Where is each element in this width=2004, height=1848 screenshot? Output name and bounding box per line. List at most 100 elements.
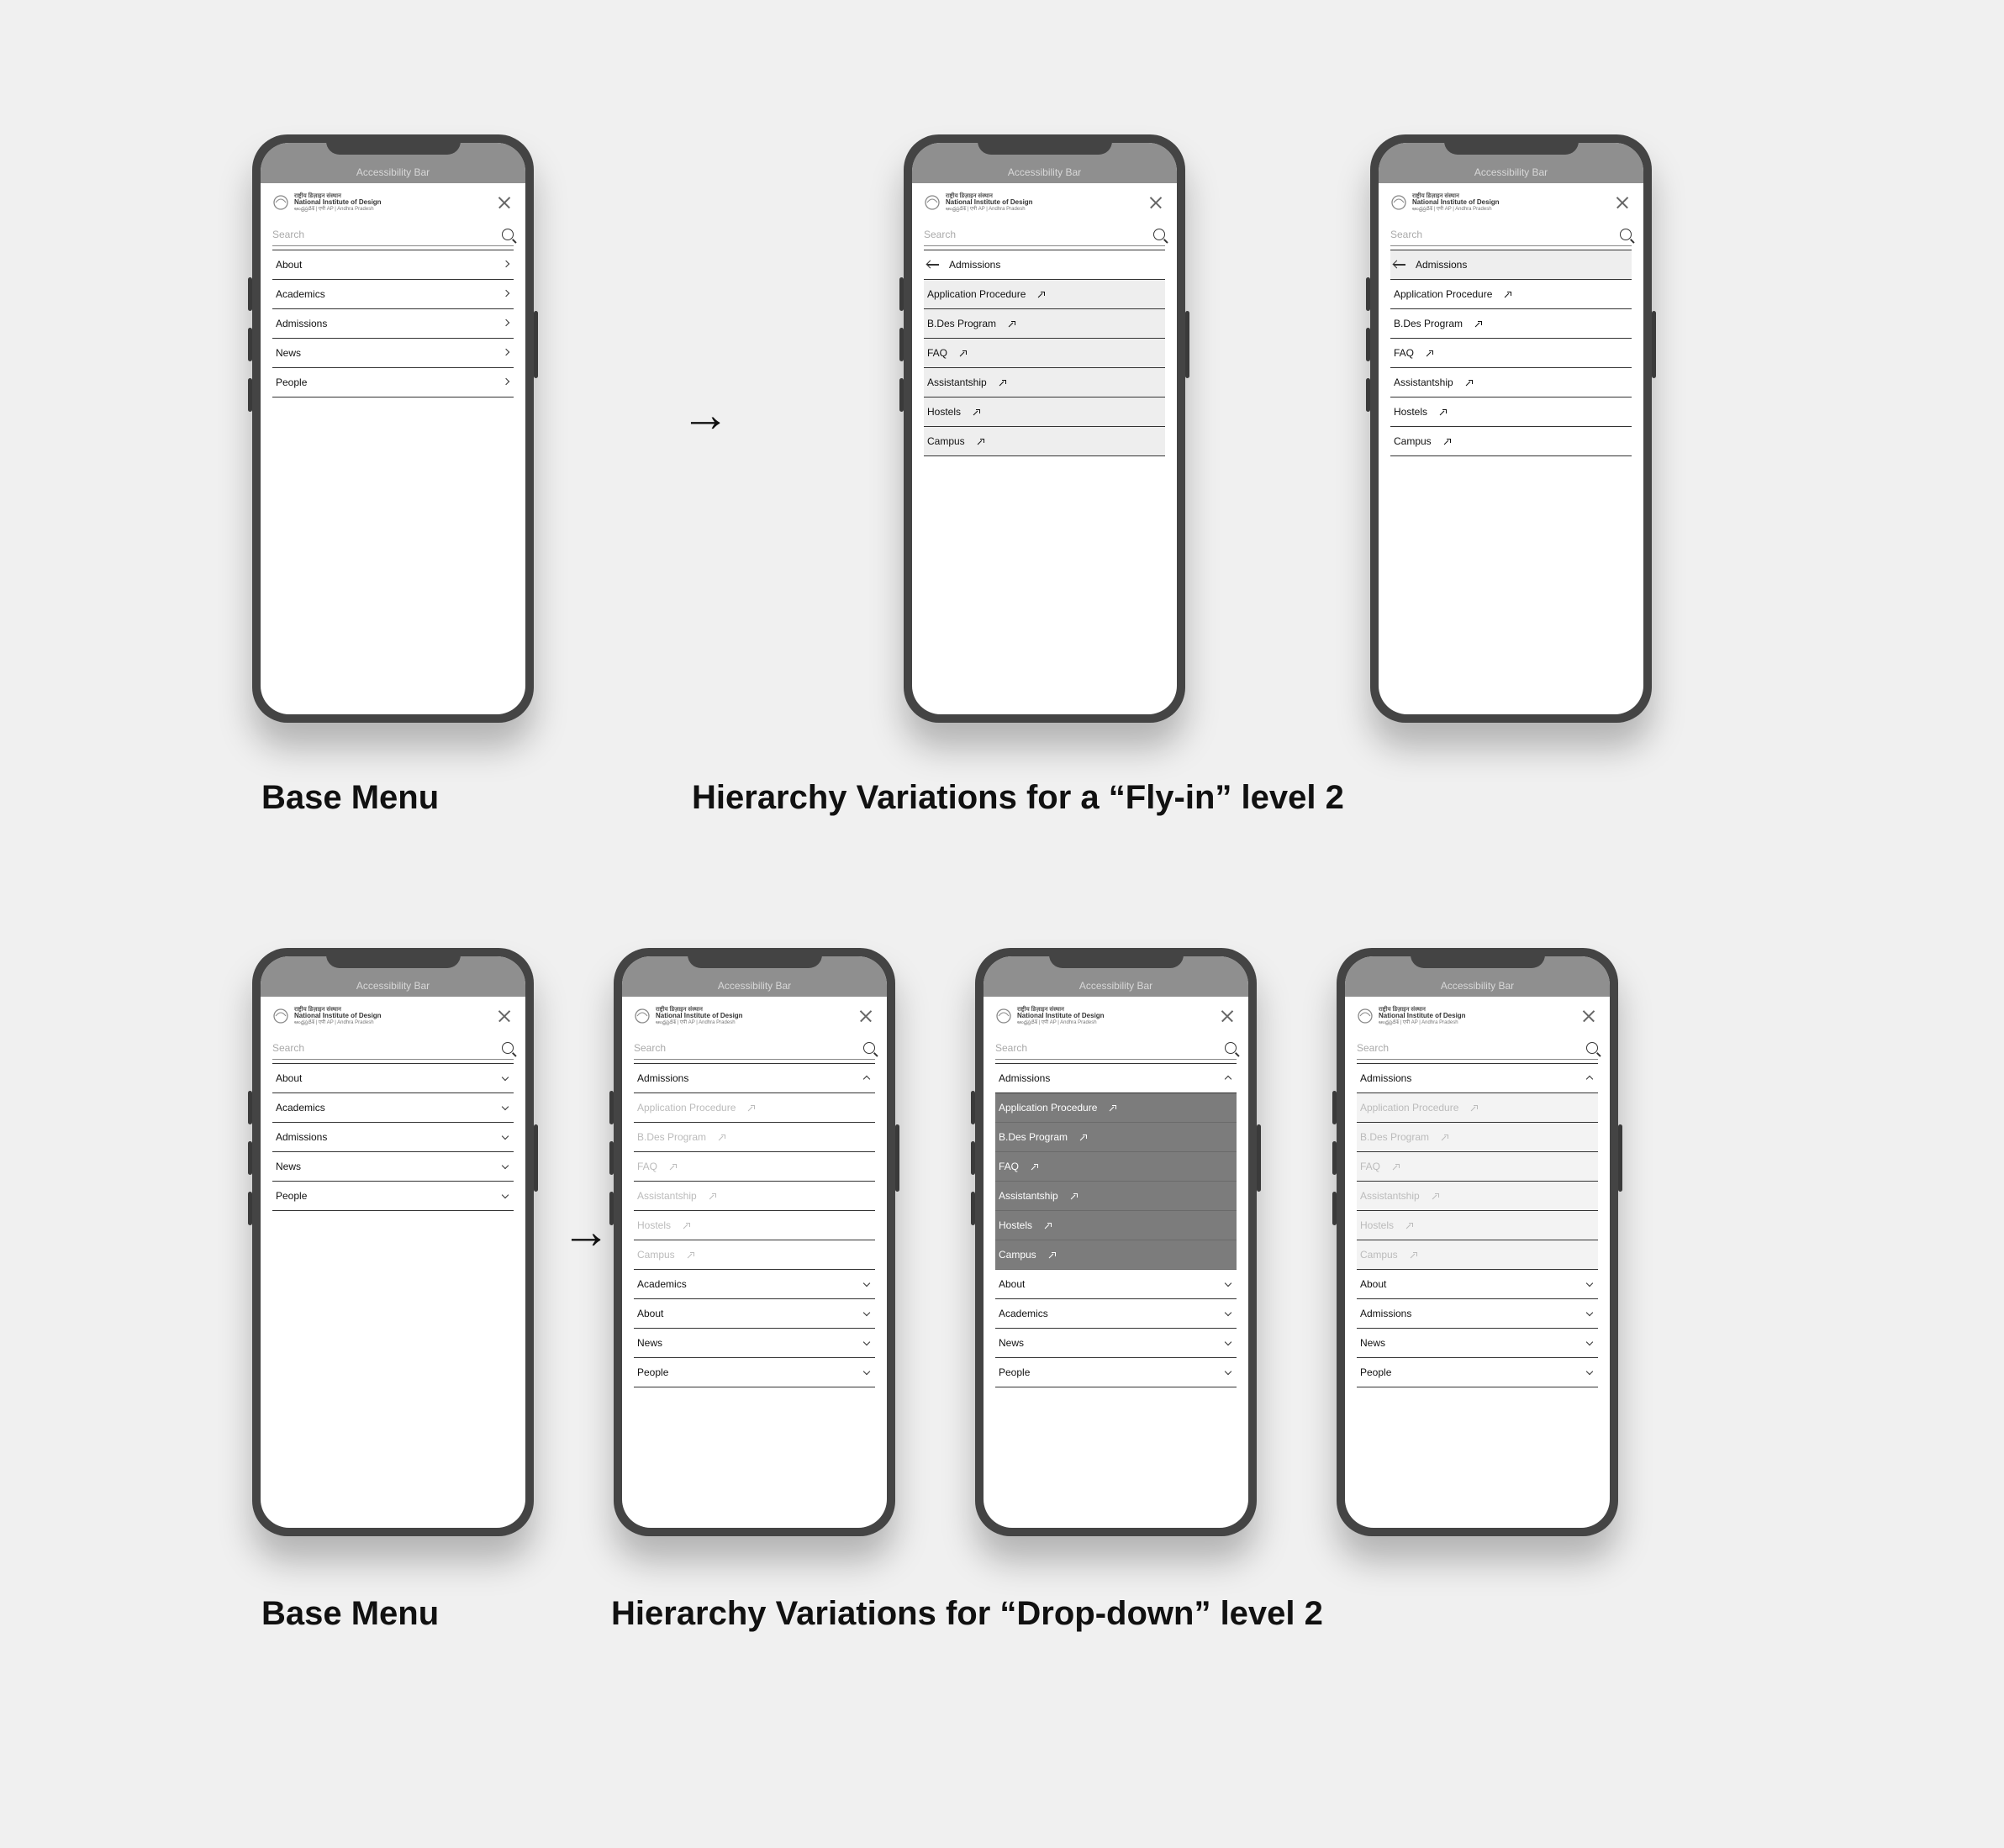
chevron-down-icon xyxy=(502,1074,510,1082)
flyin-back-row[interactable]: Admissions xyxy=(924,250,1165,280)
sub-item[interactable]: FAQ xyxy=(924,339,1165,368)
menu-item-academics[interactable]: Academics xyxy=(272,1093,514,1123)
menu-item-people[interactable]: People xyxy=(272,368,514,398)
close-icon[interactable] xyxy=(495,193,514,212)
sub-item[interactable]: B.Des Program xyxy=(924,309,1165,339)
search-input[interactable]: Search xyxy=(1390,224,1632,246)
phone-screen: Accessibility Bar राष्ट्रीय डिज़ाइन संस्… xyxy=(1345,956,1610,1528)
search-icon[interactable] xyxy=(1620,229,1632,240)
sub-item[interactable]: Assistantship xyxy=(924,368,1165,398)
search-input[interactable]: Search xyxy=(1357,1037,1598,1060)
close-icon[interactable] xyxy=(857,1007,875,1025)
menu-item-people[interactable]: People xyxy=(272,1182,514,1211)
sub-item[interactable]: Application Procedure xyxy=(924,280,1165,309)
sub-item[interactable]: Campus xyxy=(995,1240,1237,1270)
flyin-back-row[interactable]: Admissions xyxy=(1390,250,1632,280)
menu-item[interactable]: News xyxy=(634,1329,875,1358)
search-input[interactable]: Search xyxy=(634,1037,875,1060)
chevron-down-icon xyxy=(863,1339,872,1347)
sub-item[interactable]: Application Procedure xyxy=(1357,1093,1598,1123)
menu-item[interactable]: Academics xyxy=(634,1270,875,1299)
external-link-icon xyxy=(683,1223,690,1230)
caption-flyin: Hierarchy Variations for a “Fly-in” leve… xyxy=(692,779,1344,817)
menu-item[interactable]: Academics xyxy=(995,1299,1237,1329)
menu-item-about[interactable]: About xyxy=(272,1063,514,1093)
sub-item[interactable]: B.Des Program xyxy=(1357,1123,1598,1152)
menu-item[interactable]: News xyxy=(995,1329,1237,1358)
chevron-down-icon xyxy=(502,1133,510,1141)
sub-item[interactable]: B.Des Program xyxy=(995,1123,1237,1152)
menu-item-expanded[interactable]: Admissions xyxy=(995,1063,1237,1093)
menu-item[interactable]: About xyxy=(995,1270,1237,1299)
sub-item[interactable]: Campus xyxy=(1390,427,1632,456)
chevron-right-icon xyxy=(502,290,510,298)
search-input[interactable]: Search xyxy=(924,224,1165,246)
external-link-icon xyxy=(1048,1252,1056,1260)
search-input[interactable]: Search xyxy=(995,1037,1237,1060)
menu-item-admissions[interactable]: Admissions xyxy=(272,1123,514,1152)
menu-item-news[interactable]: News xyxy=(272,339,514,368)
sub-item[interactable]: Hostels xyxy=(1390,398,1632,427)
menu-item-admissions[interactable]: Admissions xyxy=(272,309,514,339)
logo-text: राष्ट्रीय डिज़ाइन संस्थानNational Instit… xyxy=(1017,1007,1105,1025)
menu-item[interactable]: News xyxy=(1357,1329,1598,1358)
sub-item[interactable]: Assistantship xyxy=(1390,368,1632,398)
search-placeholder: Search xyxy=(995,1042,1225,1054)
menu-item[interactable]: About xyxy=(634,1299,875,1329)
external-link-icon xyxy=(977,439,984,446)
phone-screen: Accessibility Bar राष्ट्रीय डिज़ाइन संस्… xyxy=(261,143,525,714)
menu-item-expanded[interactable]: Admissions xyxy=(634,1063,875,1093)
phone-screen: Accessibility Bar राष्ट्रीय डिज़ाइन संस्… xyxy=(261,956,525,1528)
sub-item[interactable]: FAQ xyxy=(1357,1152,1598,1182)
logo: राष्ट्रीय डिज़ाइन संस्थानNational Instit… xyxy=(924,193,1033,212)
close-icon[interactable] xyxy=(495,1007,514,1025)
sub-item[interactable]: Campus xyxy=(634,1240,875,1270)
close-icon[interactable] xyxy=(1218,1007,1237,1025)
menu-item[interactable]: People xyxy=(1357,1358,1598,1387)
sub-item[interactable]: Assistantship xyxy=(995,1182,1237,1211)
sub-item[interactable]: Assistantship xyxy=(634,1182,875,1211)
search-icon[interactable] xyxy=(1153,229,1165,240)
search-icon[interactable] xyxy=(502,229,514,240)
sub-item[interactable]: B.Des Program xyxy=(1390,309,1632,339)
search-icon[interactable] xyxy=(1586,1042,1598,1054)
close-icon[interactable] xyxy=(1613,193,1632,212)
phone-screen: Accessibility Bar राष्ट्रीय डिज़ाइन संस्… xyxy=(622,956,887,1528)
menu-item-expanded[interactable]: Admissions xyxy=(1357,1063,1598,1093)
menu-item-news[interactable]: News xyxy=(272,1152,514,1182)
sub-item[interactable]: B.Des Program xyxy=(634,1123,875,1152)
menu-item[interactable]: People xyxy=(995,1358,1237,1387)
external-link-icon xyxy=(1044,1223,1052,1230)
close-icon[interactable] xyxy=(1147,193,1165,212)
sub-item[interactable]: FAQ xyxy=(634,1152,875,1182)
sub-item[interactable]: Hostels xyxy=(995,1211,1237,1240)
sub-item[interactable]: FAQ xyxy=(1390,339,1632,368)
search-icon[interactable] xyxy=(863,1042,875,1054)
sub-item[interactable]: Application Procedure xyxy=(1390,280,1632,309)
menu-item-academics[interactable]: Academics xyxy=(272,280,514,309)
chevron-down-icon xyxy=(1586,1309,1595,1318)
search-input[interactable]: Search xyxy=(272,1037,514,1060)
sub-item[interactable]: Assistantship xyxy=(1357,1182,1598,1211)
sub-item[interactable]: Campus xyxy=(1357,1240,1598,1270)
menu-item[interactable]: About xyxy=(1357,1270,1598,1299)
sub-item[interactable]: FAQ xyxy=(995,1152,1237,1182)
menu-item[interactable]: People xyxy=(634,1358,875,1387)
chevron-down-icon xyxy=(863,1280,872,1288)
external-link-icon xyxy=(1410,1252,1417,1260)
sub-item[interactable]: Application Procedure xyxy=(634,1093,875,1123)
close-icon[interactable] xyxy=(1579,1007,1598,1025)
search-input[interactable]: Search xyxy=(272,224,514,246)
sub-item[interactable]: Hostels xyxy=(1357,1211,1598,1240)
sub-item[interactable]: Hostels xyxy=(924,398,1165,427)
sub-item[interactable]: Hostels xyxy=(634,1211,875,1240)
sub-item[interactable]: Campus xyxy=(924,427,1165,456)
chevron-right-icon xyxy=(502,261,510,269)
menu-list: Admissions Application Procedure B.Des P… xyxy=(1357,1063,1598,1387)
caption-base-menu: Base Menu xyxy=(261,1595,439,1633)
sub-item[interactable]: Application Procedure xyxy=(995,1093,1237,1123)
menu-item[interactable]: Admissions xyxy=(1357,1299,1598,1329)
menu-item-about[interactable]: About xyxy=(272,250,514,280)
search-icon[interactable] xyxy=(502,1042,514,1054)
search-icon[interactable] xyxy=(1225,1042,1237,1054)
